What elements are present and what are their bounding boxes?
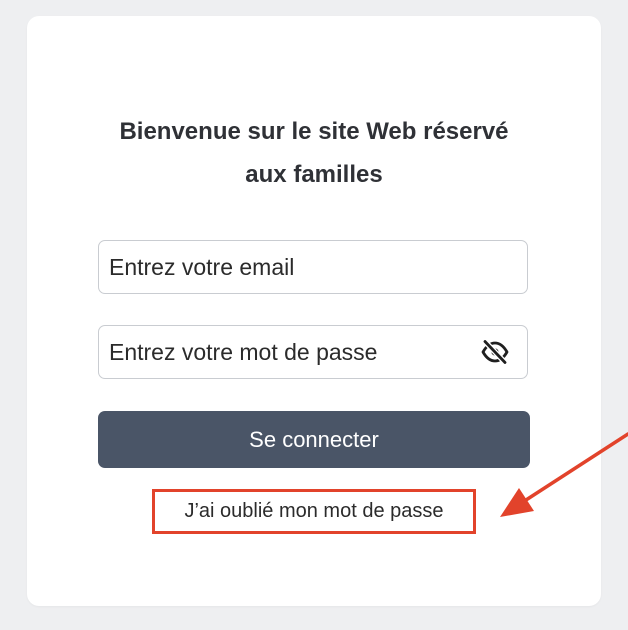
password-input[interactable] bbox=[99, 326, 527, 378]
page-title: Bienvenue sur le site Web réservé aux fa… bbox=[27, 110, 601, 196]
title-line-2: aux familles bbox=[245, 161, 383, 188]
eye-slash-icon[interactable] bbox=[481, 338, 509, 366]
email-field[interactable] bbox=[98, 240, 528, 294]
forgot-password-highlight: J’ai oublié mon mot de passe bbox=[152, 489, 476, 534]
arrow-left-down-icon bbox=[500, 432, 628, 517]
forgot-password-link[interactable]: J’ai oublié mon mot de passe bbox=[155, 492, 473, 531]
title-line-1: Bienvenue sur le site Web réservé bbox=[119, 118, 509, 145]
login-button[interactable]: Se connecter bbox=[98, 411, 530, 468]
email-input[interactable] bbox=[99, 241, 527, 293]
password-field[interactable] bbox=[98, 325, 528, 379]
